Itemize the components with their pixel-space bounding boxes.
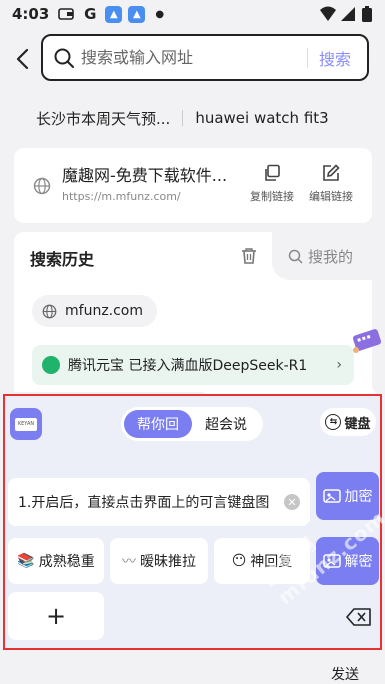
tab-help-reply[interactable]: 帮你回	[124, 410, 192, 438]
notification-dot-icon: ●	[155, 8, 165, 20]
chevron-left-icon	[16, 48, 29, 70]
wifi-icon	[320, 6, 336, 21]
top-bar: 搜索	[0, 28, 385, 92]
edit-icon	[323, 164, 340, 181]
suggestion-item[interactable]: huawei watch fit3	[195, 109, 328, 127]
globe-icon	[42, 304, 57, 318]
trash-icon[interactable]	[240, 247, 258, 265]
clear-input-icon[interactable]: ✕	[284, 494, 300, 510]
search-box: 搜索	[41, 34, 369, 81]
globe-icon	[33, 177, 51, 195]
app-icon: ▲	[105, 5, 123, 23]
books-icon: 📚	[17, 553, 35, 569]
preset-chip[interactable]: 📚 成熟稳重	[8, 538, 104, 584]
edit-link-button[interactable]: 编辑链接	[305, 164, 357, 204]
send-button[interactable]: 发送	[331, 664, 359, 684]
keyboard-mascot-icon	[352, 329, 382, 353]
status-bar: 4:03 G ▲ ▲ ●	[0, 0, 385, 28]
copy-link-button[interactable]: 复制链接	[246, 164, 298, 204]
chevron-right-icon: ›	[336, 357, 342, 373]
search-button[interactable]: 搜索	[319, 46, 351, 70]
yuanbao-logo-icon	[42, 356, 60, 374]
preset-chip[interactable]: 〰 暧昧推拉	[110, 538, 208, 584]
keyboard-input-text: 1.开启后，直接点击界面上的可言键盘图	[18, 495, 270, 511]
add-preset-button[interactable]: +	[8, 592, 104, 640]
news-banner[interactable]: 腾讯元宝 已接入满血版DeepSeek-R1 ›	[32, 345, 354, 385]
preset-chip-label: 暧昧推拉	[140, 554, 196, 570]
copy-icon	[265, 164, 280, 181]
link-url: https://m.mfunz.com/	[62, 190, 181, 203]
search-divider	[307, 47, 308, 68]
search-input[interactable]	[81, 48, 301, 67]
status-time: 4:03	[12, 5, 50, 23]
tab-super-talk[interactable]: 超会说	[192, 410, 260, 438]
battery-icon	[362, 6, 372, 22]
wave-icon: 〰	[122, 554, 136, 570]
history-chip[interactable]: mfunz.com	[32, 295, 158, 327]
suggestion-divider	[182, 110, 184, 126]
switch-keyboard-label: 键盘	[344, 416, 371, 432]
backspace-icon[interactable]	[346, 608, 372, 626]
app-icon-2: ▲	[128, 5, 146, 23]
copy-link-label: 复制链接	[250, 190, 294, 203]
link-title: 魔趣网-免费下载软件...	[62, 166, 228, 185]
history-chip-label: mfunz.com	[65, 303, 144, 319]
search-icon	[54, 48, 74, 68]
suggestion-row: 长沙市本周天气预... huawei watch fit3	[0, 104, 385, 132]
search-history-panel: 搜索历史 搜我的 mfunz.com 腾讯元宝 已接入满血版DeepSeek-R…	[14, 232, 372, 392]
edit-link-label: 编辑链接	[309, 190, 353, 203]
search-mine-tab[interactable]: 搜我的	[288, 246, 353, 267]
signal-icon	[341, 7, 355, 21]
keyboard-logo[interactable]: KEYAN	[10, 408, 42, 440]
keyboard-logo-text: KEYAN	[15, 417, 37, 431]
current-link-card[interactable]: 魔趣网-免费下载软件... https://m.mfunz.com/ 复制链接 …	[14, 148, 372, 223]
suggestion-item[interactable]: 长沙市本周天气预...	[36, 108, 170, 129]
back-button[interactable]	[8, 42, 36, 76]
search-mine-label: 搜我的	[308, 248, 354, 266]
history-title: 搜索历史	[30, 250, 95, 269]
search-icon	[288, 249, 303, 264]
keyboard-input-field[interactable]: 1.开启后，直接点击界面上的可言键盘图 ✕	[8, 478, 310, 526]
face-icon: 😶	[231, 553, 247, 569]
news-text: 腾讯元宝 已接入满血版DeepSeek-R1	[68, 358, 308, 374]
google-icon: G	[84, 5, 97, 23]
wallet-icon	[57, 5, 75, 23]
status-right-icons	[319, 5, 373, 23]
keyboard-switch-icon: ⇆	[325, 414, 342, 430]
keyboard-mode-tabs: 帮你回 超会说	[121, 407, 263, 441]
switch-keyboard-button[interactable]: ⇆ 键盘	[320, 408, 376, 436]
preset-chip-label: 成熟稳重	[38, 554, 95, 570]
